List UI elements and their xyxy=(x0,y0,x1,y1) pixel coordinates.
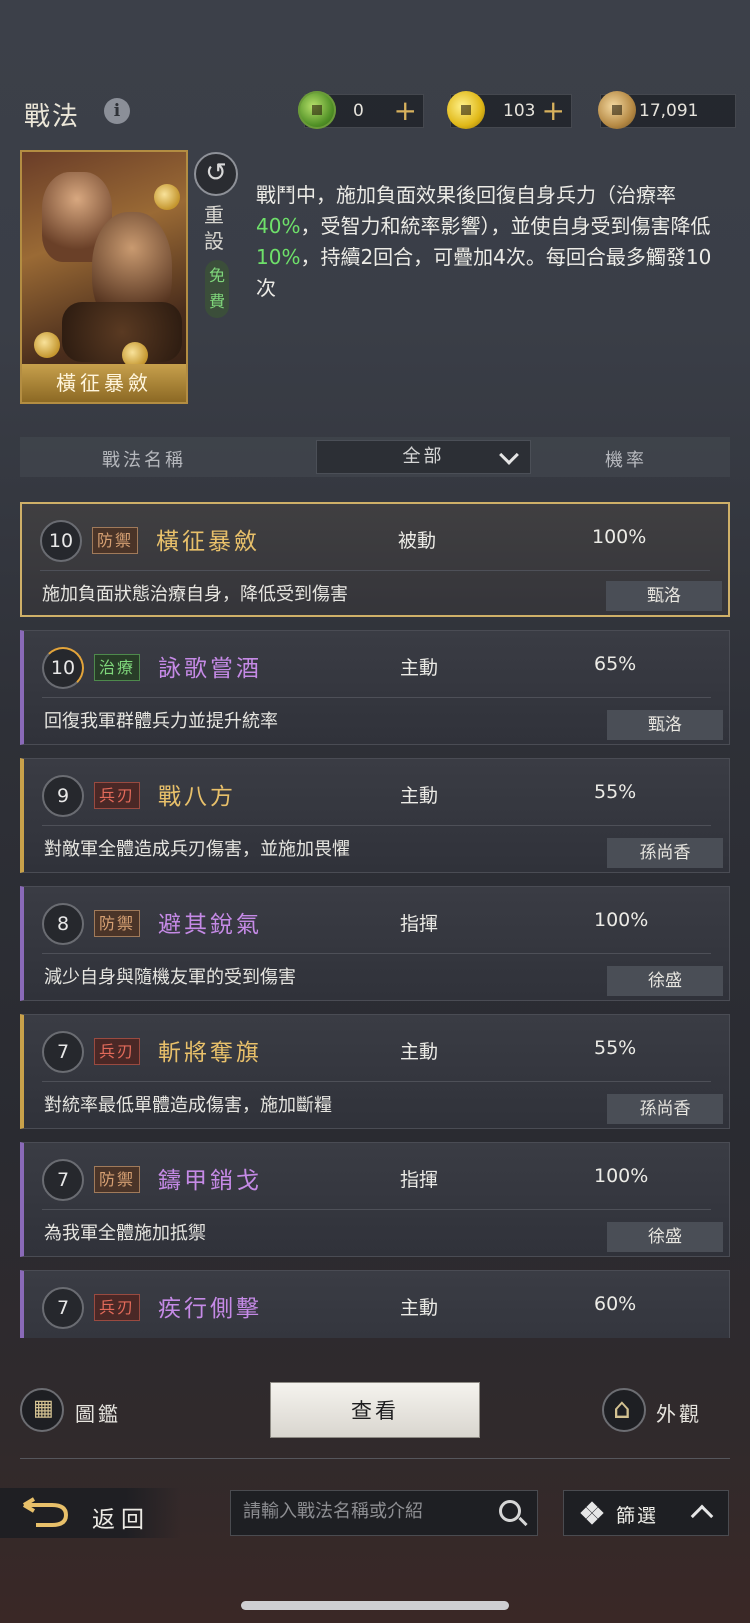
tactic-type: 主動 xyxy=(400,657,439,679)
level-badge: 10 xyxy=(40,520,82,562)
filter-icon xyxy=(580,1501,604,1525)
tactic-rate: 100% xyxy=(594,909,649,931)
free-badge: 免費 xyxy=(205,260,229,318)
tactic-name: 戰八方 xyxy=(158,784,236,810)
level-badge: 10 xyxy=(42,647,84,689)
tactic-summary: 施加負面狀態治療自身，降低受到傷害 xyxy=(42,584,348,605)
jade-coin-icon xyxy=(298,91,336,129)
hero-chip[interactable]: 甄洛 xyxy=(606,581,722,611)
add-jade-button[interactable]: + xyxy=(394,95,417,127)
tactic-type: 指揮 xyxy=(400,913,439,935)
tactic-summary: 對統率最低單體造成傷害，施加斷糧 xyxy=(44,1095,332,1116)
tag-badge: 兵刃 xyxy=(94,1038,141,1065)
hero-chip[interactable]: 徐盛 xyxy=(607,966,723,996)
tactic-rate: 100% xyxy=(592,526,647,548)
search-input[interactable] xyxy=(243,1501,483,1522)
tactic-row[interactable]: 8 防禦 避其銳氣 指揮 100% 減少自身與隨機友軍的受到傷害 徐盛 xyxy=(20,886,730,1001)
reset-label[interactable]: 重設 xyxy=(204,202,230,254)
hero-chip[interactable]: 孫尚香 xyxy=(607,1094,723,1124)
search-box[interactable] xyxy=(230,1490,538,1536)
tactic-card-name: 橫征暴斂 xyxy=(22,364,186,402)
tactic-list[interactable]: 10 防禦 橫征暴斂 被動 100% 施加負面狀態治療自身，降低受到傷害 甄洛 … xyxy=(20,502,730,1338)
chevron-up-icon[interactable] xyxy=(690,1504,714,1528)
page-title: 戰法 xyxy=(24,102,81,132)
divider xyxy=(42,953,711,954)
jade-value: 0 xyxy=(353,101,364,121)
codex-label[interactable]: 圖鑑 xyxy=(75,1398,121,1427)
tactic-type: 被動 xyxy=(398,530,437,552)
tactic-summary: 為我軍全體施加抵禦 xyxy=(44,1223,206,1244)
reset-icon[interactable]: ↺ xyxy=(194,152,238,196)
tactic-summary: 對敵軍全體造成兵刃傷害，並施加畏懼 xyxy=(44,839,350,860)
tactic-name: 疾行側擊 xyxy=(158,1296,262,1322)
back-label[interactable]: 返回 xyxy=(92,1500,150,1534)
col-name-header: 戰法名稱 xyxy=(102,450,186,471)
tag-badge: 防禦 xyxy=(92,527,139,554)
tactic-rate: 60% xyxy=(594,1293,637,1315)
level-badge: 8 xyxy=(42,903,84,945)
copper-value: 17,091 xyxy=(639,101,699,121)
tactic-row[interactable]: 9 兵刃 戰八方 主動 55% 對敵軍全體造成兵刃傷害，並施加畏懼 孫尚香 xyxy=(20,758,730,873)
tactic-name: 鑄甲銷戈 xyxy=(158,1168,262,1194)
tactic-type: 主動 xyxy=(400,785,439,807)
tactic-summary: 減少自身與隨機友軍的受到傷害 xyxy=(44,967,296,988)
tactic-row[interactable]: 10 治療 詠歌嘗酒 主動 65% 回復我軍群體兵力並提升統率 甄洛 xyxy=(20,630,730,745)
filter-label: 篩選 xyxy=(616,1505,659,1527)
divider xyxy=(42,1209,711,1210)
tactic-rate: 100% xyxy=(594,1165,649,1187)
tag-badge: 防禦 xyxy=(94,1166,141,1193)
hero-chip[interactable]: 甄洛 xyxy=(607,710,723,740)
tactic-row[interactable]: 7 兵刃 疾行側擊 主動 60% xyxy=(20,1270,730,1338)
level-badge: 7 xyxy=(42,1287,84,1329)
gold-coin-icon xyxy=(447,91,485,129)
divider xyxy=(42,1081,711,1082)
tactic-rate: 55% xyxy=(594,781,637,803)
view-button[interactable]: 查看 xyxy=(270,1382,480,1438)
col-rate-header: 機率 xyxy=(605,450,647,471)
home-indicator[interactable] xyxy=(241,1601,509,1610)
level-badge: 9 xyxy=(42,775,84,817)
tag-badge: 兵刃 xyxy=(94,782,141,809)
hero-chip[interactable]: 孫尚香 xyxy=(607,838,723,868)
tactic-row[interactable]: 10 防禦 橫征暴斂 被動 100% 施加負面狀態治療自身，降低受到傷害 甄洛 xyxy=(20,502,730,617)
divider xyxy=(40,570,710,571)
tactic-name: 橫征暴斂 xyxy=(156,529,260,555)
tag-badge: 兵刃 xyxy=(94,1294,141,1321)
divider xyxy=(42,697,711,698)
tactic-name: 避其銳氣 xyxy=(158,912,262,938)
appearance-icon[interactable] xyxy=(602,1388,646,1432)
hero-chip[interactable]: 徐盛 xyxy=(607,1222,723,1252)
tactic-row[interactable]: 7 兵刃 斬將奪旗 主動 55% 對統率最低單體造成傷害，施加斷糧 孫尚香 xyxy=(20,1014,730,1129)
tactic-name: 斬將奪旗 xyxy=(158,1040,262,1066)
tactic-type: 指揮 xyxy=(400,1169,439,1191)
tactic-rate: 55% xyxy=(594,1037,637,1059)
type-filter-dropdown[interactable]: 全部 xyxy=(316,440,531,474)
tag-badge: 治療 xyxy=(94,654,141,681)
chevron-down-icon xyxy=(499,445,519,465)
search-icon[interactable] xyxy=(499,1500,521,1522)
tactic-type: 主動 xyxy=(400,1041,439,1063)
add-gold-button[interactable]: + xyxy=(542,95,565,127)
info-icon[interactable]: i xyxy=(104,98,130,124)
gold-value: 103 xyxy=(503,101,536,121)
tactic-type: 主動 xyxy=(400,1297,439,1319)
back-arrow-icon[interactable] xyxy=(22,1497,68,1527)
codex-icon[interactable] xyxy=(20,1388,64,1432)
level-badge: 7 xyxy=(42,1159,84,1201)
filter-button[interactable]: 篩選 xyxy=(563,1490,729,1536)
tag-badge: 防禦 xyxy=(94,910,141,937)
tactic-row[interactable]: 7 防禦 鑄甲銷戈 指揮 100% 為我軍全體施加抵禦 徐盛 xyxy=(20,1142,730,1257)
tactic-description: 戰鬥中，施加負面效果後回復自身兵力（治療率40%，受智力和統率影響），並使自身受… xyxy=(256,183,712,300)
level-badge: 7 xyxy=(42,1031,84,1073)
tactic-summary: 回復我軍群體兵力並提升統率 xyxy=(44,711,278,732)
tactic-name: 詠歌嘗酒 xyxy=(158,656,262,682)
divider xyxy=(20,1458,730,1459)
tactic-rate: 65% xyxy=(594,653,637,675)
divider xyxy=(42,825,711,826)
copper-coin-icon xyxy=(598,91,636,129)
appearance-label[interactable]: 外觀 xyxy=(656,1398,702,1427)
